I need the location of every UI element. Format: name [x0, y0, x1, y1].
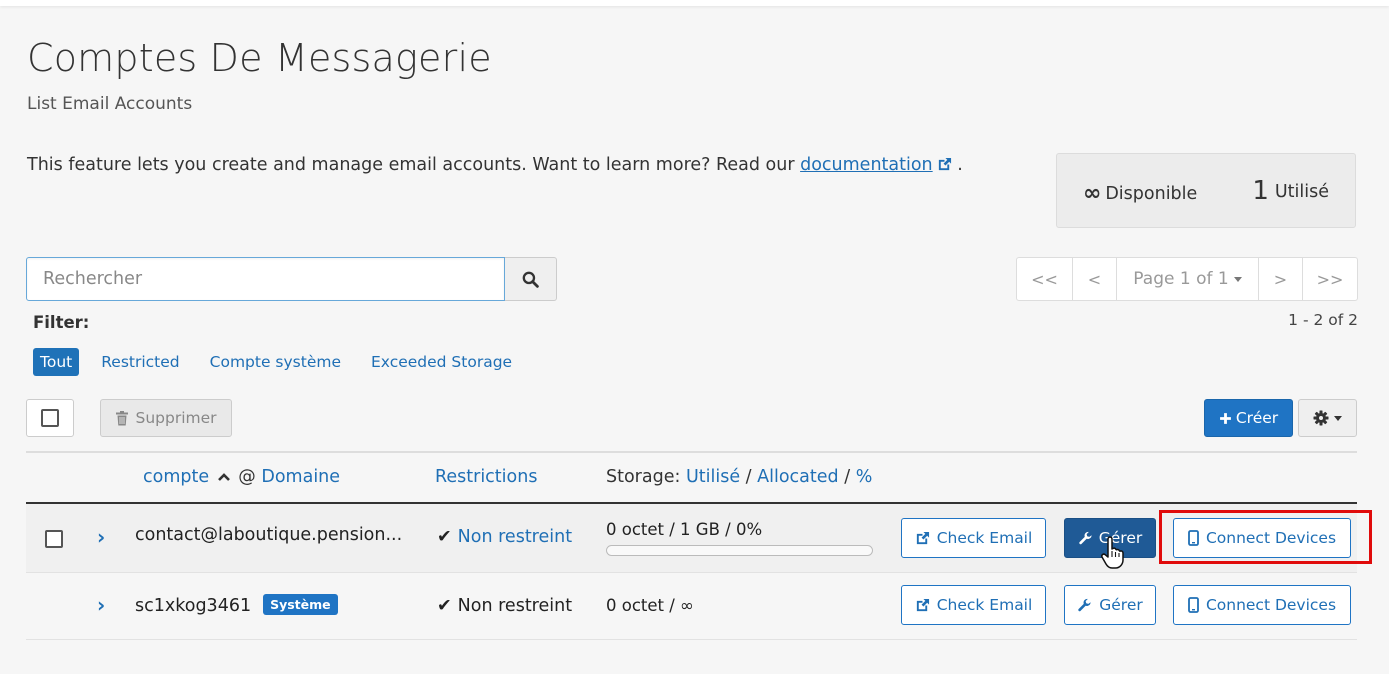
last-page-button[interactable]: >> [1303, 258, 1357, 300]
intro-text: This feature lets you create and manage … [27, 155, 963, 175]
delete-label: Supprimer [135, 409, 217, 427]
filter-all[interactable]: Tout [33, 348, 80, 376]
used-stat: 1 Utilisé [1252, 176, 1329, 206]
external-link-icon [916, 531, 929, 544]
system-badge: Système [263, 594, 338, 615]
documentation-link[interactable]: documentation [800, 155, 952, 175]
page-select[interactable]: Page 1 of 1 [1117, 258, 1259, 300]
filter-exceeded-storage[interactable]: Exceeded Storage [371, 353, 512, 371]
sort-domain-link[interactable]: Domaine [261, 467, 340, 487]
at-sign: @ [238, 467, 256, 487]
pagination: << < Page 1 of 1 > >> [1016, 257, 1358, 301]
search-button[interactable] [505, 257, 557, 301]
prev-page-button[interactable]: < [1073, 258, 1117, 300]
check-email-button[interactable]: Check Email [901, 518, 1046, 558]
settings-dropdown-button[interactable] [1298, 399, 1357, 437]
select-all-checkbox[interactable] [26, 399, 74, 437]
filter-restricted[interactable]: Restricted [101, 353, 179, 371]
external-link-icon [938, 157, 951, 171]
wrench-icon [1079, 531, 1092, 544]
header-account-domain: compte @ Domaine [143, 467, 340, 487]
page-title: Comptes De Messagerie [27, 36, 492, 80]
header-storage: Storage: Utilisé / Allocated / % [606, 467, 872, 487]
sort-ascending-icon [217, 473, 230, 481]
storage-usage: 0 octet / 1 GB / 0% [606, 520, 763, 539]
connect-devices-button[interactable]: Connect Devices [1173, 585, 1351, 625]
external-link-icon [916, 598, 929, 611]
manage-button[interactable]: Gérer [1064, 585, 1156, 625]
results-count: 1 - 2 of 2 [1288, 311, 1358, 329]
account-stats: ∞ Disponible 1 Utilisé [1056, 153, 1356, 228]
check-email-button[interactable]: Check Email [901, 585, 1046, 625]
filter-label: Filter: [33, 313, 90, 332]
hand-cursor-icon [1101, 536, 1124, 569]
used-count: 1 [1252, 176, 1269, 206]
check-icon: ✔ [437, 596, 452, 616]
restriction-status[interactable]: ✔ Non restreint [437, 527, 572, 547]
used-label: Utilisé [1274, 182, 1329, 202]
wrench-icon [1078, 598, 1091, 611]
search-input[interactable] [26, 257, 505, 301]
check-icon: ✔ [437, 527, 452, 547]
chevron-down-icon [1233, 276, 1242, 282]
next-page-button[interactable]: > [1259, 258, 1303, 300]
storage-slash: / [745, 467, 752, 487]
account-email: contact@laboutique.pension... [135, 525, 403, 545]
intro-description: This feature lets you create and manage … [27, 155, 795, 175]
filter-options: Tout Restricted Compte système Exceeded … [33, 348, 542, 376]
row-checkbox[interactable] [45, 530, 63, 548]
storage-prefix: Storage: [606, 467, 681, 487]
header-restrictions[interactable]: Restrictions [435, 467, 537, 487]
search-icon [522, 271, 539, 288]
sort-used-link[interactable]: Utilisé [686, 467, 740, 487]
sort-allocated-link[interactable]: Allocated [757, 467, 838, 487]
create-button[interactable]: Créer [1204, 399, 1293, 437]
restriction-status: ✔ Non restreint [437, 596, 573, 616]
top-bar [0, 0, 1389, 6]
plus-icon [1219, 412, 1231, 424]
page-subtitle: List Email Accounts [27, 94, 193, 114]
available-label: Disponible [1105, 184, 1198, 204]
sort-account-link[interactable]: compte [143, 467, 209, 487]
mobile-phone-icon [1188, 597, 1199, 613]
account-name: sc1xkog3461 Système [135, 594, 338, 616]
sort-percent-link[interactable]: % [856, 467, 873, 487]
highlight-annotation [1159, 510, 1372, 564]
available-stat: ∞ Disponible [1083, 181, 1197, 206]
delete-button[interactable]: Supprimer [100, 399, 232, 437]
intro-end: . [957, 155, 963, 175]
storage-slash: / [844, 467, 851, 487]
chevron-down-icon [1334, 415, 1342, 421]
expand-row-icon[interactable]: › [97, 593, 105, 617]
infinity-symbol: ∞ [1083, 181, 1102, 206]
trash-icon [116, 410, 129, 425]
gear-icon [1313, 410, 1329, 426]
table-divider [26, 451, 1357, 453]
create-label: Créer [1235, 409, 1279, 427]
expand-row-icon[interactable]: › [97, 525, 105, 549]
filter-system-account[interactable]: Compte système [210, 353, 341, 371]
storage-usage: 0 octet / ∞ [606, 596, 694, 615]
storage-progress-bar [606, 545, 873, 556]
first-page-button[interactable]: << [1017, 258, 1073, 300]
checkbox-icon [41, 409, 59, 427]
